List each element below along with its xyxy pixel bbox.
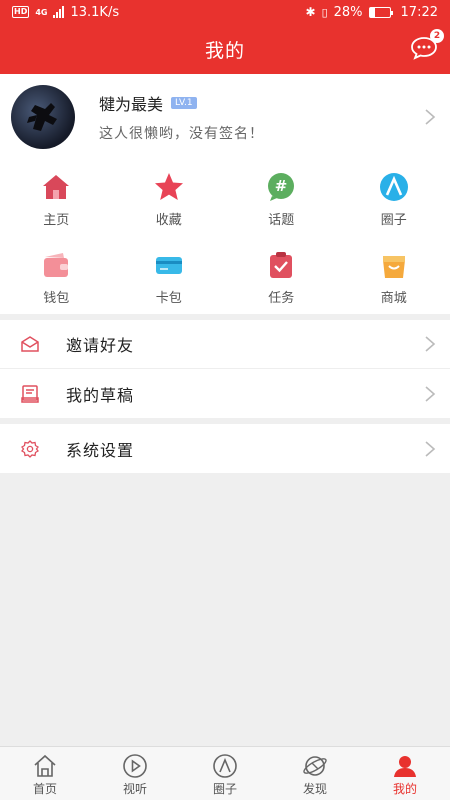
hd-indicator: HD: [12, 6, 30, 18]
profile-card[interactable]: 犍为最美 LV.1 这人很懒哟，没有签名！: [0, 74, 450, 160]
tab-circle[interactable]: 圈子: [180, 747, 270, 800]
vibrate-icon: ▯: [321, 5, 328, 19]
grid-item-topics[interactable]: # 话题: [225, 160, 338, 238]
tab-label: 视听: [122, 782, 147, 796]
home-tab-icon: [34, 754, 56, 777]
tab-label: 首页: [32, 782, 57, 796]
message-button[interactable]: 2: [410, 29, 444, 60]
grid-label: 商城: [380, 291, 407, 306]
grid-label: 话题: [268, 213, 295, 228]
circle-tab-icon: [213, 754, 237, 778]
clock: 17:22: [400, 4, 438, 20]
menu-item-invite-friends[interactable]: 邀请好友: [0, 320, 450, 369]
page-title: 我的: [204, 39, 245, 62]
svg-text:#: #: [275, 177, 288, 195]
star-icon: [154, 173, 183, 200]
bluetooth-icon: ✱: [305, 5, 316, 19]
level-badge: LV.1: [171, 97, 197, 109]
network-speed: 13.1K/s: [70, 4, 120, 20]
function-grid: 主页 收藏 # 话题 圈子 钱包 卡包 任务 商城: [0, 160, 450, 314]
battery-icon: [368, 6, 393, 18]
user-name: 犍为最美: [99, 95, 164, 114]
grid-label: 主页: [43, 213, 70, 228]
tab-discover[interactable]: 发现: [270, 747, 360, 800]
menu-item-drafts[interactable]: 我的草稿: [0, 369, 450, 418]
avatar[interactable]: [11, 85, 75, 149]
title-bar: 我的 2: [0, 24, 450, 74]
grid-label: 圈子: [380, 213, 407, 228]
circle-icon: [379, 173, 408, 201]
grid-item-home[interactable]: 主页: [0, 160, 113, 238]
discover-icon: [303, 756, 327, 776]
menu-item-settings[interactable]: 系统设置: [0, 424, 450, 473]
network-type: 4G: [35, 7, 48, 17]
grid-label: 收藏: [155, 213, 182, 228]
home-icon: [43, 175, 70, 199]
grid-item-favorites[interactable]: 收藏: [113, 160, 226, 238]
grid-label: 卡包: [155, 291, 182, 306]
card-icon: [155, 257, 182, 274]
draft-icon: [21, 384, 39, 403]
grid-item-cards[interactable]: 卡包: [113, 238, 226, 314]
chevron-right-icon: [425, 385, 436, 402]
play-icon: [123, 754, 147, 778]
chevron-right-icon: [425, 336, 436, 352]
chevron-right-icon: [425, 440, 436, 457]
grid-item-mall[interactable]: 商城: [338, 238, 450, 314]
settings-icon: [21, 439, 39, 458]
grid-item-circle[interactable]: 圈子: [338, 160, 450, 238]
header: HD 4G 13.1K/s ✱ ▯ 28% 17:22 我的 2: [0, 0, 450, 74]
mall-icon: [382, 256, 405, 278]
tab-media[interactable]: 视听: [90, 747, 180, 800]
user-signature: 这人很懒哟，没有签名！: [99, 126, 264, 142]
grid-label: 任务: [268, 291, 295, 306]
status-bar: HD 4G 13.1K/s ✱ ▯ 28% 17:22: [0, 0, 450, 24]
wallet-icon: [44, 253, 69, 277]
invite-icon: [21, 336, 39, 352]
grid-item-wallet[interactable]: 钱包: [0, 238, 113, 314]
user-icon: [394, 756, 416, 777]
grid-label: 钱包: [43, 291, 70, 306]
menu-group-system: 系统设置: [0, 424, 450, 473]
bottom-tab-bar: 首页 视听 圈子 发现 我的: [0, 746, 450, 800]
tab-label: 发现: [302, 782, 327, 796]
menu-label: 邀请好友: [66, 336, 135, 355]
tab-profile[interactable]: 我的: [360, 747, 450, 800]
grid-item-tasks[interactable]: 任务: [225, 238, 338, 314]
chevron-right-icon: [425, 109, 436, 125]
menu-group-social: 邀请好友 我的草稿: [0, 320, 450, 418]
tab-label: 我的: [392, 782, 417, 796]
task-icon: [270, 252, 293, 278]
avatar-image: [27, 103, 57, 131]
menu-label: 系统设置: [66, 440, 135, 460]
topic-icon: #: [268, 173, 295, 201]
signal-icon: [53, 6, 65, 18]
tab-home[interactable]: 首页: [0, 747, 90, 800]
message-badge: 2: [430, 29, 444, 43]
battery-percent: 28%: [333, 4, 363, 20]
tab-label: 圈子: [212, 782, 237, 796]
menu-label: 我的草稿: [66, 385, 135, 405]
